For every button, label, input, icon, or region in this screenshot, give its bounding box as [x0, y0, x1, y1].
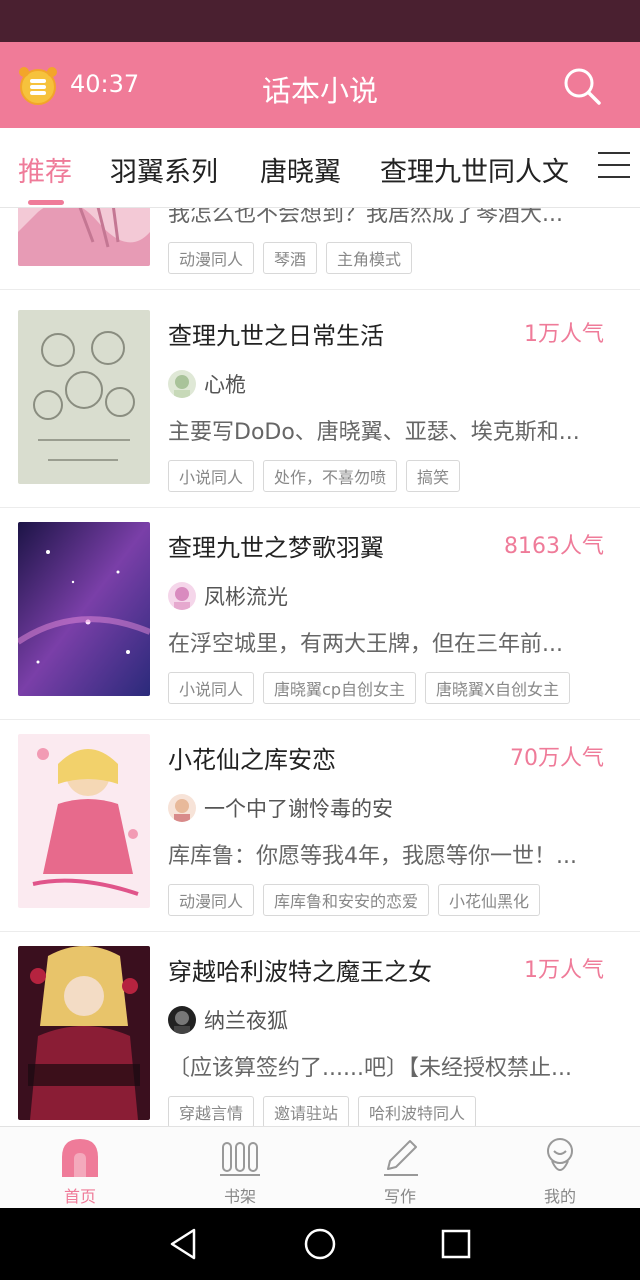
book-title: 查理九世之梦歌羽翼 — [168, 534, 384, 562]
book-intro: 主要写DoDo、唐晓翼、亚瑟、埃克斯和... — [168, 420, 580, 445]
avatar — [168, 794, 196, 822]
book-intro: 我怎么也不会想到？我居然成了琴酒大... — [168, 208, 563, 227]
tag[interactable]: 动漫同人 — [168, 242, 255, 274]
tag-list: 穿越言情 邀请驻站 哈利波特同人 — [168, 1096, 485, 1126]
tag-list: 动漫同人 琴酒 主角模式 — [168, 242, 421, 274]
book-list: 我怎么也不会想到？我居然成了琴酒大... 动漫同人 琴酒 主角模式 查理九世之日… — [0, 208, 640, 1126]
nav-label: 我的 — [543, 1187, 576, 1206]
book-title: 小花仙之库安恋 — [168, 746, 336, 774]
author-row[interactable]: 一个中了谢怜毒的安 — [168, 792, 393, 824]
pen-icon — [384, 1140, 418, 1176]
book-intro: 〔应该算签约了......吧〕【未经授权禁止... — [168, 1056, 572, 1081]
avatar — [168, 582, 196, 610]
tab-tang-xiaoyi[interactable]: 唐晓翼 — [260, 150, 341, 189]
author-name: 凤彬流光 — [204, 585, 288, 609]
tag[interactable]: 库库鲁和安安的恋爱 — [263, 884, 430, 916]
category-tabs: 推荐 羽翼系列 唐晓翼 查理九世同人文 — [0, 128, 640, 208]
home-icon — [62, 1139, 98, 1177]
tag-list: 小说同人 唐晓翼cp自创女主 唐晓翼X自创女主 — [168, 672, 579, 704]
nav-home[interactable]: 首页 — [0, 1127, 160, 1209]
list-item[interactable]: 查理九世之梦歌羽翼 8163人气 凤彬流光 在浮空城里，有两大王牌，但在三年前.… — [0, 508, 640, 720]
tag[interactable]: 小花仙黑化 — [438, 884, 541, 916]
popularity-count: 70万人气 — [510, 746, 604, 771]
nav-label: 写作 — [383, 1187, 416, 1206]
tag-list: 动漫同人 库库鲁和安安的恋爱 小花仙黑化 — [168, 884, 549, 916]
nav-write[interactable]: 写作 — [320, 1127, 480, 1209]
active-tab-indicator — [28, 200, 64, 205]
author-row[interactable]: 心桅 — [168, 368, 246, 400]
popularity-count: 8163人气 — [504, 534, 604, 559]
profile-icon — [547, 1138, 573, 1171]
tag[interactable]: 哈利波特同人 — [358, 1096, 477, 1126]
bottom-nav: 首页 书架 写作 我的 — [0, 1126, 640, 1208]
author-name: 心桅 — [204, 373, 246, 397]
tag[interactable]: 穿越言情 — [168, 1096, 255, 1126]
tag[interactable]: 处作，不喜勿喷 — [263, 460, 398, 492]
tag[interactable]: 小说同人 — [168, 672, 255, 704]
author-name: 一个中了谢怜毒的安 — [204, 797, 393, 821]
list-item[interactable]: 小花仙之库安恋 70万人气 一个中了谢怜毒的安 库库鲁：你愿等我4年，我愿等你一… — [0, 720, 640, 932]
tab-charlie-fanfic[interactable]: 查理九世同人文 — [380, 150, 569, 189]
tag[interactable]: 小说同人 — [168, 460, 255, 492]
app-title: 话本小说 — [261, 74, 378, 108]
tag[interactable]: 主角模式 — [326, 242, 413, 274]
author-row[interactable]: 纳兰夜狐 — [168, 1004, 288, 1036]
menu-icon[interactable] — [598, 152, 630, 182]
status-bar — [0, 0, 640, 42]
avatar — [168, 370, 196, 398]
tag-list: 小说同人 处作，不喜勿喷 搞笑 — [168, 460, 469, 492]
tag[interactable]: 琴酒 — [263, 242, 318, 274]
tag[interactable]: 唐晓翼cp自创女主 — [263, 672, 416, 704]
tab-yuyi-series[interactable]: 羽翼系列 — [110, 150, 218, 189]
list-item[interactable]: 穿越哈利波特之魔王之女 1万人气 纳兰夜狐 〔应该算签约了......吧〕【未经… — [0, 932, 640, 1126]
avatar — [168, 1006, 196, 1034]
recent-apps-icon[interactable] — [436, 1226, 476, 1262]
book-cover — [18, 734, 150, 908]
author-name: 纳兰夜狐 — [204, 1009, 288, 1033]
book-cover — [18, 208, 150, 266]
book-title: 穿越哈利波特之魔王之女 — [168, 958, 432, 986]
popularity-count: 1万人气 — [524, 958, 604, 983]
book-cover — [18, 946, 150, 1120]
tag[interactable]: 搞笑 — [406, 460, 461, 492]
list-item[interactable]: 我怎么也不会想到？我居然成了琴酒大... 动漫同人 琴酒 主角模式 — [0, 208, 640, 290]
system-nav-bar — [0, 1208, 640, 1280]
tag[interactable]: 邀请驻站 — [263, 1096, 350, 1126]
tag[interactable]: 唐晓翼X自创女主 — [424, 672, 570, 704]
list-item[interactable]: 查理九世之日常生活 1万人气 心桅 主要写DoDo、唐晓翼、亚瑟、埃克斯和...… — [0, 296, 640, 508]
back-icon[interactable] — [164, 1226, 204, 1262]
tag[interactable]: 动漫同人 — [168, 884, 255, 916]
search-icon[interactable] — [560, 64, 604, 108]
book-intro: 在浮空城里，有两大王牌，但在三年前... — [168, 632, 563, 657]
popularity-count: 1万人气 — [524, 322, 604, 347]
book-title: 查理九世之日常生活 — [168, 322, 384, 350]
bookshelf-icon — [220, 1142, 260, 1176]
book-cover — [18, 522, 150, 696]
nav-label: 首页 — [63, 1187, 96, 1206]
author-row[interactable]: 凤彬流光 — [168, 580, 288, 612]
home-circle-icon[interactable] — [300, 1226, 340, 1262]
nav-label: 书架 — [223, 1187, 256, 1206]
nav-bookshelf[interactable]: 书架 — [160, 1127, 320, 1209]
book-cover — [18, 310, 150, 484]
nav-profile[interactable]: 我的 — [480, 1127, 640, 1209]
app-header: 40:37 话本小说 — [0, 42, 640, 128]
book-intro: 库库鲁：你愿等我4年，我愿等你一世！... — [168, 844, 577, 869]
tab-recommend[interactable]: 推荐 — [18, 150, 72, 189]
